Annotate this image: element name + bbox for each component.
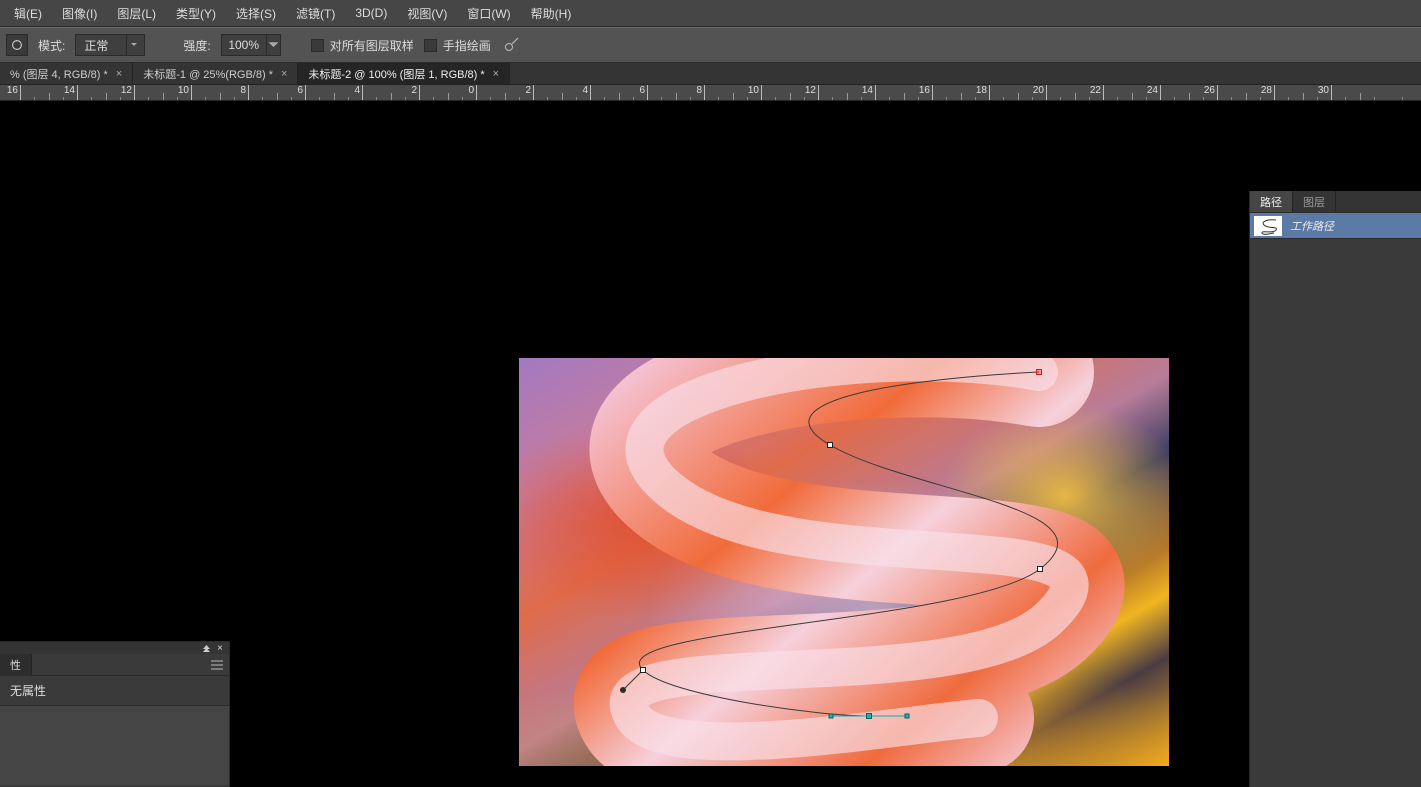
path-anchor[interactable] [1037,566,1043,572]
checkbox-icon [311,39,324,52]
sample-all-layers-checkbox[interactable]: 对所有图层取样 [311,37,414,54]
close-icon[interactable]: × [493,68,499,80]
strength-value: 100% [222,38,266,52]
menu-edit[interactable]: 辑(E) [4,0,52,26]
menu-image[interactable]: 图像(I) [52,0,107,26]
pressure-icon[interactable] [501,34,523,56]
menu-layer[interactable]: 图层(L) [107,0,166,26]
document-tab-bar: % (图层 4, RGB/8) * × 未标题-1 @ 25%(RGB/8) *… [0,63,1421,85]
options-bar: 模式: 正常 强度: 100% 对所有图层取样 手指绘画 [0,27,1421,63]
horizontal-ruler[interactable]: 161412108642024681012141618202224262830 [0,85,1421,101]
close-icon[interactable]: × [281,68,287,80]
doc-tab-label: 未标题-1 @ 25%(RGB/8) * [143,66,273,82]
path-anchor[interactable] [640,667,646,673]
chevron-down-icon [266,35,280,55]
properties-tab[interactable]: 性 [0,654,32,675]
doc-tab-3[interactable]: 未标题-2 @ 100% (图层 1, RGB/8) * × [298,63,510,84]
sample-all-layers-label: 对所有图层取样 [330,37,414,54]
panel-menu-icon[interactable] [205,654,229,675]
mode-value: 正常 [84,37,108,54]
doc-tab-label: % (图层 4, RGB/8) * [10,66,108,82]
chevron-down-icon [126,35,140,55]
artboard[interactable] [519,358,1169,766]
strength-label: 强度: [183,37,210,54]
panel-close-icon[interactable]: × [215,644,225,653]
bezier-handle[interactable] [905,714,910,719]
menu-bar: 辑(E) 图像(I) 图层(L) 类型(Y) 选择(S) 滤镜(T) 3D(D)… [0,0,1421,27]
panel-titlebar: × [0,642,229,654]
menu-type[interactable]: 类型(Y) [166,0,226,26]
finger-painting-checkbox[interactable]: 手指绘画 [424,37,491,54]
tab-paths[interactable]: 路径 [1250,191,1293,212]
properties-heading: 无属性 [0,676,229,705]
path-name: 工作路径 [1290,218,1334,234]
path-thumbnail [1254,216,1282,236]
work-path[interactable] [519,358,1169,766]
close-icon[interactable]: × [116,68,122,80]
bezier-handle[interactable] [620,687,626,693]
brush-preset-picker[interactable] [6,34,28,56]
doc-tab-2[interactable]: 未标题-1 @ 25%(RGB/8) * × [133,63,298,84]
mode-dropdown[interactable]: 正常 [75,34,145,56]
path-anchor-start[interactable] [1036,369,1042,375]
finger-painting-label: 手指绘画 [443,37,491,54]
doc-tab-label: 未标题-2 @ 100% (图层 1, RGB/8) * [308,66,484,82]
checkbox-icon [424,39,437,52]
paths-panel: 路径 图层 工作路径 [1249,191,1421,787]
strength-input[interactable]: 100% [221,34,281,56]
panel-collapse-icon[interactable] [201,644,211,653]
menu-window[interactable]: 窗口(W) [457,0,520,26]
properties-panel: × 性 无属性 [0,641,230,787]
menu-help[interactable]: 帮助(H) [521,0,582,26]
bezier-handle[interactable] [829,714,834,719]
mode-label: 模式: [38,37,65,54]
doc-tab-1[interactable]: % (图层 4, RGB/8) * × [0,63,133,84]
path-anchor[interactable] [827,442,833,448]
tab-layers[interactable]: 图层 [1293,191,1336,212]
path-anchor-selected[interactable] [866,713,872,719]
menu-select[interactable]: 选择(S) [226,0,286,26]
properties-body [0,705,229,785]
menu-3d[interactable]: 3D(D) [345,0,397,26]
work-path-item[interactable]: 工作路径 [1250,213,1421,239]
menu-view[interactable]: 视图(V) [397,0,457,26]
menu-filter[interactable]: 滤镜(T) [286,0,345,26]
